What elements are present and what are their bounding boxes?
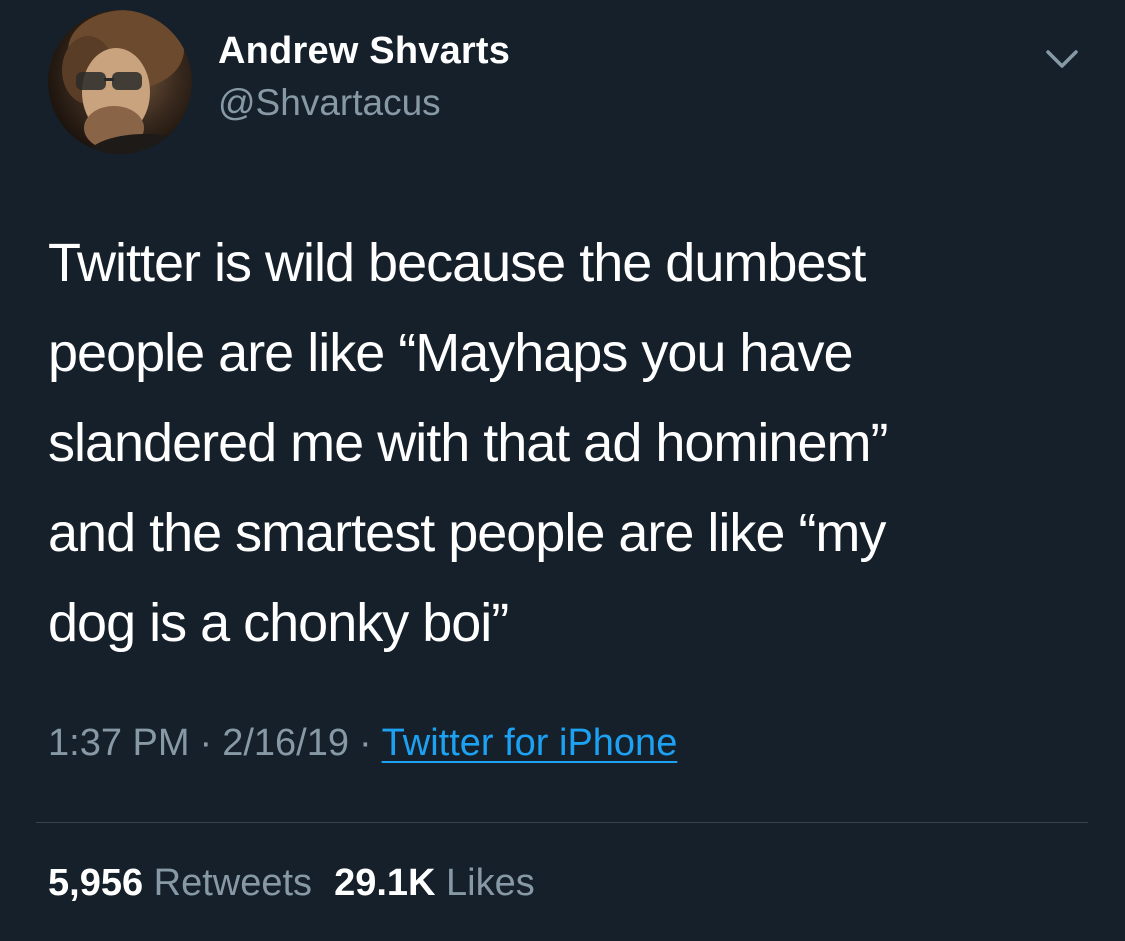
tweet-time: 1:37 PM xyxy=(48,722,190,764)
tweet-source-link[interactable]: Twitter for iPhone xyxy=(382,722,678,764)
avatar[interactable] xyxy=(48,10,192,154)
retweets-label: Retweets xyxy=(153,862,313,904)
tweet-text-line: people are like “Mayhaps you have xyxy=(48,323,854,383)
meta-separator: · xyxy=(199,722,213,764)
more-options-button[interactable] xyxy=(1040,42,1084,78)
retweets-stat[interactable]: 5,956 Retweets xyxy=(48,862,312,904)
likes-count: 29.1K xyxy=(334,862,436,904)
tweet-date: 2/16/19 xyxy=(222,722,349,764)
tweet-text-line: slandered me with that ad hominem” xyxy=(48,413,888,473)
tweet-card: Andrew Shvarts @Shvartacus Twitter is wi… xyxy=(0,0,1125,941)
divider xyxy=(36,822,1088,823)
author-name[interactable]: Andrew Shvarts xyxy=(218,30,510,73)
retweets-count: 5,956 xyxy=(48,862,144,904)
tweet-text-line: Twitter is wild because the dumbest xyxy=(48,233,866,293)
chevron-down-icon xyxy=(1046,50,1078,68)
author-handle[interactable]: @Shvartacus xyxy=(218,82,441,124)
likes-stat[interactable]: 29.1K Likes xyxy=(334,862,535,904)
tweet-text-line: dog is a chonky boi” xyxy=(48,593,509,653)
likes-label: Likes xyxy=(446,862,535,904)
meta-separator: · xyxy=(358,722,372,764)
tweet-stats: 5,956 Retweets 29.1K Likes xyxy=(48,862,535,905)
tweet-text-line: and the smartest people are like “my xyxy=(48,503,886,563)
tweet-text: Twitter is wild because the dumbest peop… xyxy=(48,218,1088,668)
avatar-image xyxy=(62,10,192,154)
tweet-metadata: 1:37 PM · 2/16/19 · Twitter for iPhone xyxy=(48,722,677,765)
